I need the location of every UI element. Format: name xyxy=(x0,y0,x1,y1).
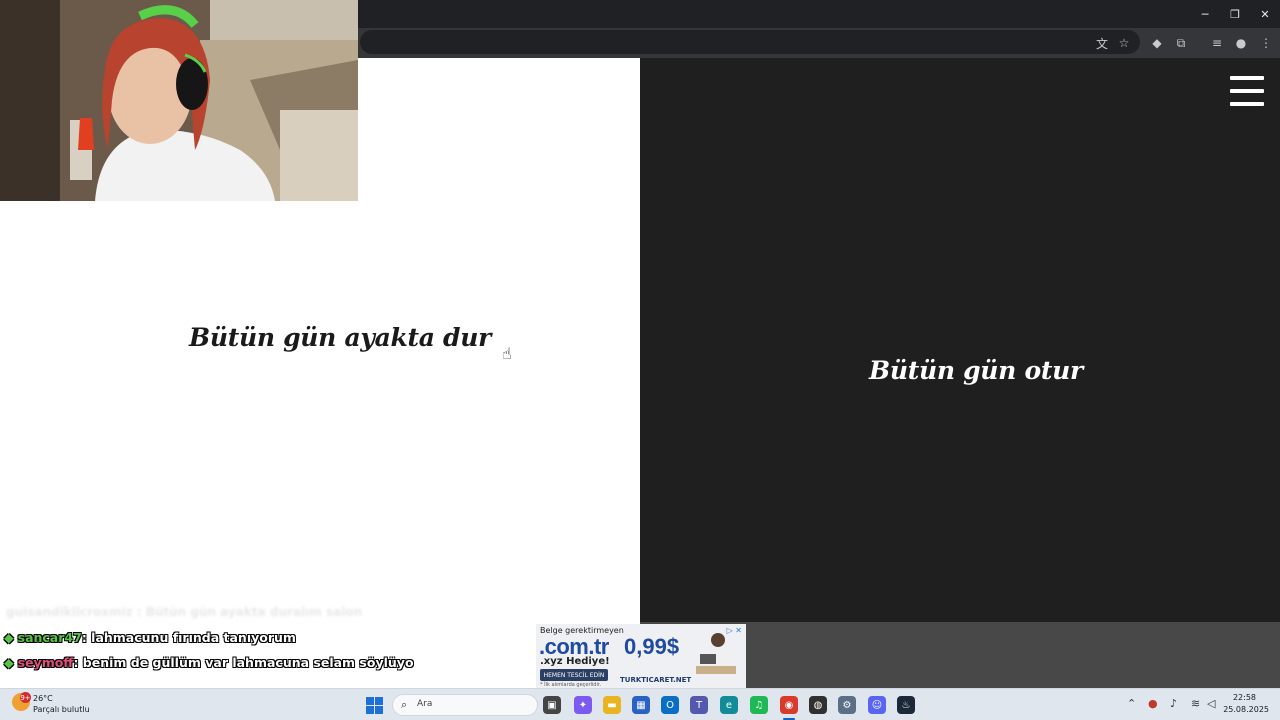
store-icon[interactable]: ▦ xyxy=(632,696,650,714)
reading-list-icon[interactable]: ≡ xyxy=(1207,33,1227,53)
chrome-icon[interactable]: ◉ xyxy=(780,696,798,714)
faded-chat-message: guisandikilcroxmiz : Bütün gün ayakta du… xyxy=(6,605,363,619)
puzzle-icon[interactable]: ⧉ xyxy=(1171,33,1191,53)
weather-temperature[interactable]: 26°C xyxy=(33,694,53,703)
start-button[interactable] xyxy=(366,697,383,714)
clock-date[interactable]: 25.08.2025 xyxy=(1223,705,1269,714)
advertisement-banner[interactable]: Belge gerektirmeyen .com.tr 0,99$ .xyz H… xyxy=(536,624,746,688)
task-view-icon[interactable]: ▣ xyxy=(543,696,561,714)
close-button[interactable]: ✕ xyxy=(1250,0,1280,28)
chat-username: sancar47 xyxy=(17,630,82,645)
weather-badge: 9+ xyxy=(20,692,31,703)
address-bar[interactable] xyxy=(360,30,1140,54)
ad-price: 0,99$ xyxy=(624,634,680,659)
discord-icon[interactable]: ☺ xyxy=(868,696,886,714)
tray-chevron-icon[interactable]: ⌃ xyxy=(1127,697,1136,710)
menu-kebab-icon[interactable]: ⋮ xyxy=(1256,33,1276,53)
windows-logo-tile xyxy=(366,706,374,714)
stream-overlay-strip: ◆ sancar47: lahmacunu fırında tanıyorum ◆… xyxy=(0,622,1280,688)
steam-icon[interactable]: ♨ xyxy=(897,696,915,714)
webcam-image xyxy=(0,0,358,201)
chat-gem-icon: ◆ xyxy=(4,655,14,670)
volume-icon[interactable]: ◁ xyxy=(1207,697,1215,710)
settings-icon[interactable]: ⚙ xyxy=(838,696,856,714)
extension-diamond-icon[interactable]: ◆ xyxy=(1147,33,1167,53)
search-icon: ⌕ xyxy=(401,698,408,711)
file-explorer-icon[interactable]: ▬ xyxy=(603,696,621,714)
ad-brand: TURKTICARET.NET xyxy=(620,676,692,684)
left-choice-text: Bütün gün ayakta dur xyxy=(189,323,491,352)
chat-gem-icon: ◆ xyxy=(4,630,14,645)
translate-icon[interactable]: 文 xyxy=(1092,33,1112,53)
windows-logo-tile xyxy=(375,697,383,705)
chat-message: ◆ sancar47: lahmacunu fırında tanıyorum xyxy=(4,630,296,645)
right-choice-text: Bütün gün otur xyxy=(869,356,1083,385)
restore-button[interactable]: ❐ xyxy=(1220,0,1250,28)
minimize-button[interactable]: ─ xyxy=(1190,0,1220,28)
tray-record-icon[interactable]: ● xyxy=(1148,697,1158,710)
hand-cursor-icon: ☝ xyxy=(502,344,512,363)
taskbar-search-box[interactable]: ⌕ Ara xyxy=(392,694,538,716)
obs-icon[interactable]: ◍ xyxy=(809,696,827,714)
weather-condition[interactable]: Parçalı bulutlu xyxy=(33,705,90,714)
ad-subtitle: .xyz Hediye! xyxy=(540,656,610,667)
chat-text: : benim de güllüm var lahmacuna selam sö… xyxy=(73,655,414,670)
taskbar: 9+ 26°C Parçalı bulutlu ⌕ Ara ▣ ✦ ▬ ▦ O … xyxy=(0,688,1280,720)
webcam-overlay xyxy=(0,0,358,201)
right-choice-panel[interactable]: Bütün gün otur xyxy=(640,58,1280,622)
copilot-icon[interactable]: ✦ xyxy=(574,696,592,714)
star-icon[interactable]: ☆ xyxy=(1114,33,1134,53)
windows-logo-tile xyxy=(375,706,383,714)
chat-text: : lahmacunu fırında tanıyorum xyxy=(81,630,296,645)
chat-message: ◆ seymoff: benim de güllüm var lahmacuna … xyxy=(4,655,414,670)
edge-icon[interactable]: e xyxy=(720,696,738,714)
wifi-icon[interactable]: ≋ xyxy=(1191,697,1200,710)
ad-person-illustration xyxy=(696,633,736,674)
teams-icon[interactable]: T xyxy=(690,696,708,714)
clock-time[interactable]: 22:58 xyxy=(1233,693,1256,702)
outlook-icon[interactable]: O xyxy=(661,696,679,714)
spotify-icon[interactable]: ♫ xyxy=(750,696,768,714)
windows-logo-tile xyxy=(366,697,374,705)
hamburger-menu-icon[interactable] xyxy=(1230,76,1264,106)
profile-avatar-icon[interactable]: ● xyxy=(1231,33,1251,53)
search-placeholder: Ara xyxy=(417,699,433,709)
microphone-icon[interactable]: ♪ xyxy=(1170,697,1177,710)
ad-cta-button[interactable]: HEMEN TESCİL EDİN xyxy=(540,669,608,681)
chat-username: seymoff xyxy=(17,655,74,670)
